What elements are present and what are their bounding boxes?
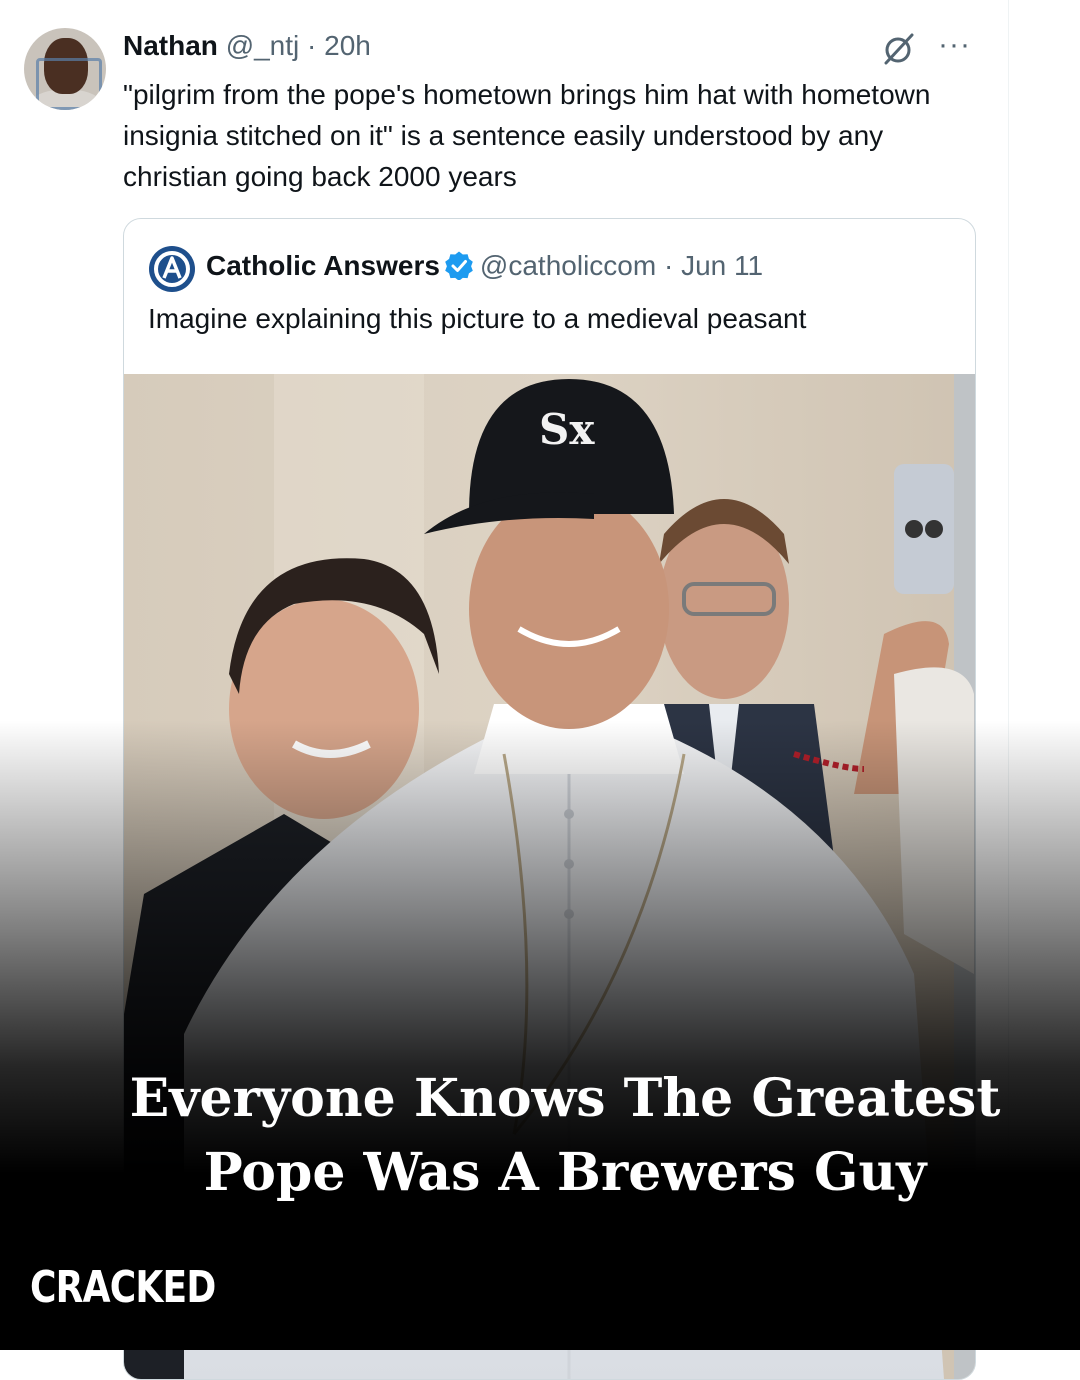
svg-text:Sx: Sx xyxy=(539,405,595,454)
quoted-tweet-date[interactable]: Jun 11 xyxy=(681,250,763,281)
avatar-glasses xyxy=(36,58,102,110)
quoted-author-handle[interactable]: @catholiccom xyxy=(480,250,656,281)
bottom-fade-overlay xyxy=(0,720,1080,1350)
quoted-tweet-text: Imagine explaining this picture to a med… xyxy=(148,303,807,334)
tweet-actions: ··· xyxy=(880,28,980,68)
headline-line-2: Pope Was A Brewers Guy xyxy=(203,1142,927,1203)
tweet-text: "pilgrim from the pope's hometown brings… xyxy=(123,79,931,192)
catholic-answers-logo xyxy=(149,246,195,292)
more-dots-icon[interactable]: ··· xyxy=(938,30,971,60)
tweet-time[interactable]: 20h xyxy=(324,30,371,61)
verified-badge-icon xyxy=(445,251,473,280)
headline: Everyone Knows The Greatest Pope Was A B… xyxy=(120,1062,1010,1210)
author-name[interactable]: Nathan xyxy=(123,30,218,61)
quoted-header-separator: · xyxy=(663,250,674,281)
header-separator: · xyxy=(307,30,317,61)
slashed-circle-icon[interactable] xyxy=(880,30,916,66)
author-handle[interactable]: @_ntj xyxy=(226,30,300,61)
cracked-logo: CRACKED xyxy=(30,1262,216,1313)
headline-line-1: Everyone Knows The Greatest xyxy=(129,1068,1001,1129)
quoted-tweet-header: Catholic Answers @catholiccom · Jun 11 xyxy=(206,250,763,282)
tweet-header: Nathan @_ntj · 20h xyxy=(123,30,371,62)
quoted-author-name[interactable]: Catholic Answers xyxy=(206,250,440,281)
avatar[interactable] xyxy=(24,28,106,110)
